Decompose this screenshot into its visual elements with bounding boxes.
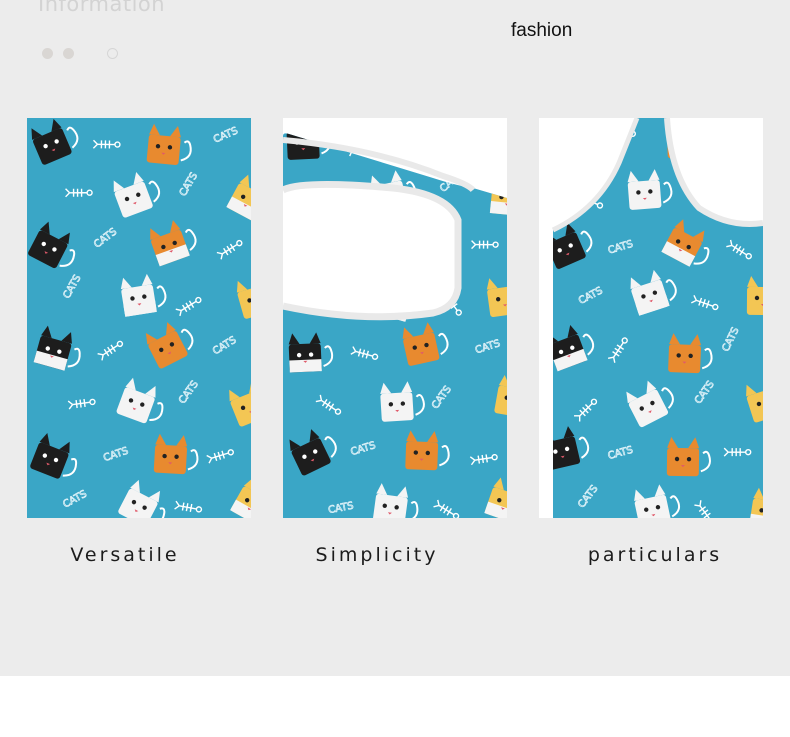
- fabric-swatch-image: CATSCATSCATSCATSCATSCATSCATSCATS: [27, 118, 251, 518]
- caption-simplicity: Simplicity: [315, 544, 439, 566]
- section-heading: Information: [38, 0, 166, 16]
- carousel-dot-2[interactable]: [63, 48, 74, 59]
- caption-particulars: particulars: [587, 544, 723, 566]
- product-photo-opening: CATSCATSCATSCATSCATSCATSCATSCATS: [283, 118, 507, 518]
- product-photo-fabric: CATS CATS CATS CATS CATS CATS CATS CATS: [27, 118, 251, 518]
- carousel-dot-1[interactable]: [42, 48, 53, 59]
- caption-versatile: Versatile: [70, 544, 180, 566]
- bag-handle-image: CATSCATSCATSCATSCATSCATSCATSCATS: [539, 118, 763, 518]
- bag-opening-image: CATSCATSCATSCATSCATSCATSCATSCATS: [283, 118, 507, 518]
- product-detail-panel: Information fashion CATS CATS CATS CATS CATS…: [0, 0, 790, 676]
- carousel-dot-3[interactable]: [107, 48, 118, 59]
- carousel-indicator: [42, 48, 122, 60]
- product-photo-handle: CATSCATSCATSCATSCATSCATSCATSCATS: [539, 118, 763, 518]
- tagline-fashion: fashion: [511, 20, 573, 41]
